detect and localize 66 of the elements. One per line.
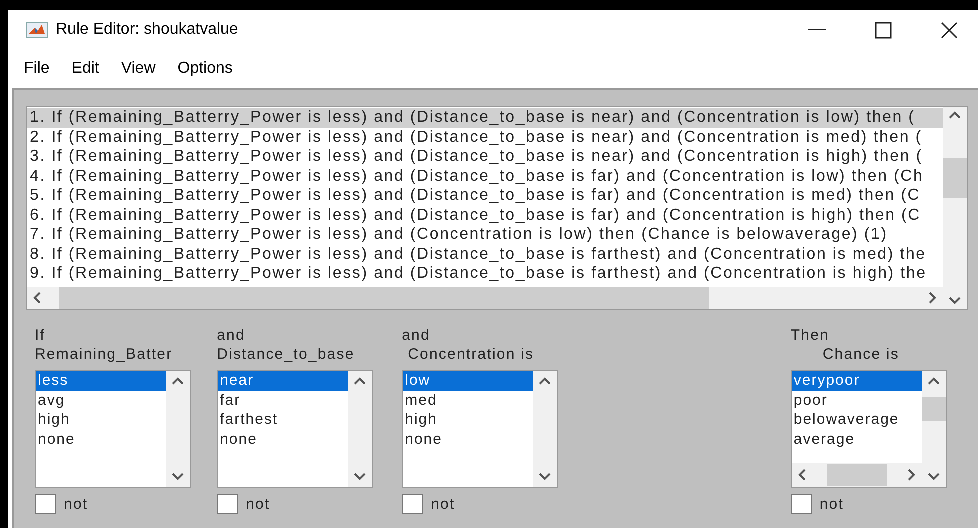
rule-item[interactable]: 2. If (Remaining_Batterry_Power is less) and (Distance_to_base is near) and (Concentration is med) then ( [27, 128, 943, 147]
list-item[interactable]: high [403, 410, 534, 430]
list-item[interactable]: farthest [218, 410, 348, 430]
scroll-thumb[interactable] [922, 397, 946, 421]
checkbox-label: not [246, 494, 270, 514]
list-item[interactable]: poor [792, 390, 922, 410]
connector-label: and [402, 326, 432, 345]
list-item[interactable]: near [218, 371, 348, 390]
not-checkbox[interactable] [402, 494, 424, 514]
checkbox-label: not [64, 494, 88, 514]
menu-item[interactable]: File [18, 58, 56, 80]
list-item[interactable]: med [403, 390, 534, 410]
vertical-scrollbar[interactable] [348, 371, 372, 487]
variable-label: Chance is [822, 345, 900, 364]
close-icon[interactable] [940, 22, 958, 38]
rule-item[interactable]: 9. If (Remaining_Batterry_Power is less) and (Distance_to_base is farthest) and (Concentration is high) the [27, 264, 943, 284]
membership-list[interactable]: near far farthest none [217, 370, 374, 488]
not-checkbox[interactable] [790, 494, 812, 514]
variable-label: Remaining_Batter [35, 345, 174, 364]
not-checkbox[interactable] [35, 494, 56, 514]
vertical-scrollbar[interactable] [533, 371, 558, 487]
rule-item[interactable]: 6. If (Remaining_Batterry_Power is less) and (Distance_to_base is far) and (Concentration is high) then (C [27, 206, 943, 225]
list-item[interactable]: less [36, 371, 166, 390]
connector-label: Then [790, 326, 830, 345]
membership-list[interactable]: verypoor poor belowaverage average [790, 370, 947, 488]
vertical-scrollbar[interactable] [166, 371, 190, 487]
membership-list[interactable]: less avg high none [35, 370, 191, 488]
list-item[interactable]: average [792, 430, 922, 449]
rule-item[interactable]: 4. If (Remaining_Batterry_Power is less) and (Distance_to_base is far) and (Concentration is low) then (Ch [27, 166, 943, 186]
menu-item[interactable]: Options [172, 58, 239, 80]
list-item[interactable]: verypoor [792, 371, 922, 390]
connector-label: If [35, 326, 47, 345]
list-item[interactable]: low [403, 371, 534, 390]
variable-label: Concentration is [407, 345, 536, 364]
rule-list[interactable] [26, 106, 968, 310]
rule-item[interactable]: 7. If (Remaining_Batterry_Power is less) and (Concentration is low) then (Chance is belowaverage) (1) [27, 225, 943, 244]
horizontal-scrollbar[interactable] [792, 463, 922, 487]
menu-item[interactable]: Edit [66, 58, 106, 80]
vertical-scrollbar[interactable] [943, 107, 967, 309]
list-item[interactable]: high [36, 410, 166, 430]
rule-item[interactable]: 5. If (Remaining_Batterry_Power is less) and (Distance_to_base is far) and (Concentration is med) then (C [27, 186, 943, 206]
window-title: Rule Editor: shoukatvalue [56, 21, 240, 39]
scroll-thumb[interactable] [826, 464, 887, 486]
list-item[interactable]: avg [36, 390, 166, 410]
checkbox-label: not [431, 494, 456, 514]
horizontal-scrollbar[interactable] [27, 287, 943, 309]
scroll-thumb[interactable] [59, 287, 709, 309]
membership-list[interactable]: low med high none [402, 370, 558, 488]
list-item[interactable]: far [218, 390, 348, 410]
rule-item[interactable]: 8. If (Remaining_Batterry_Power is less) and (Distance_to_base is farthest) and (Concentration is med) the [27, 244, 943, 264]
app-logo-icon [26, 22, 48, 38]
list-item[interactable]: none [403, 430, 534, 449]
rule-item[interactable]: 3. If (Remaining_Batterry_Power is less) and (Distance_to_base is near) and (Concentration is high) then ( [27, 147, 943, 166]
variable-label: Distance_to_base [217, 345, 356, 364]
maximize-icon[interactable] [874, 22, 892, 38]
list-item[interactable]: none [218, 430, 348, 449]
scroll-thumb[interactable] [943, 158, 967, 198]
rule-item[interactable]: 1. If (Remaining_Batterry_Power is less) and (Distance_to_base is near) and (Concentration is low) then ( [27, 108, 943, 128]
list-item[interactable]: none [36, 430, 166, 449]
vertical-scrollbar[interactable] [922, 371, 946, 487]
minimize-icon[interactable] [808, 29, 826, 31]
connector-label: and [217, 326, 246, 345]
checkbox-label: not [820, 494, 844, 514]
not-checkbox[interactable] [217, 494, 238, 514]
list-item[interactable]: belowaverage [792, 410, 922, 430]
menu-item[interactable]: View [115, 58, 162, 80]
